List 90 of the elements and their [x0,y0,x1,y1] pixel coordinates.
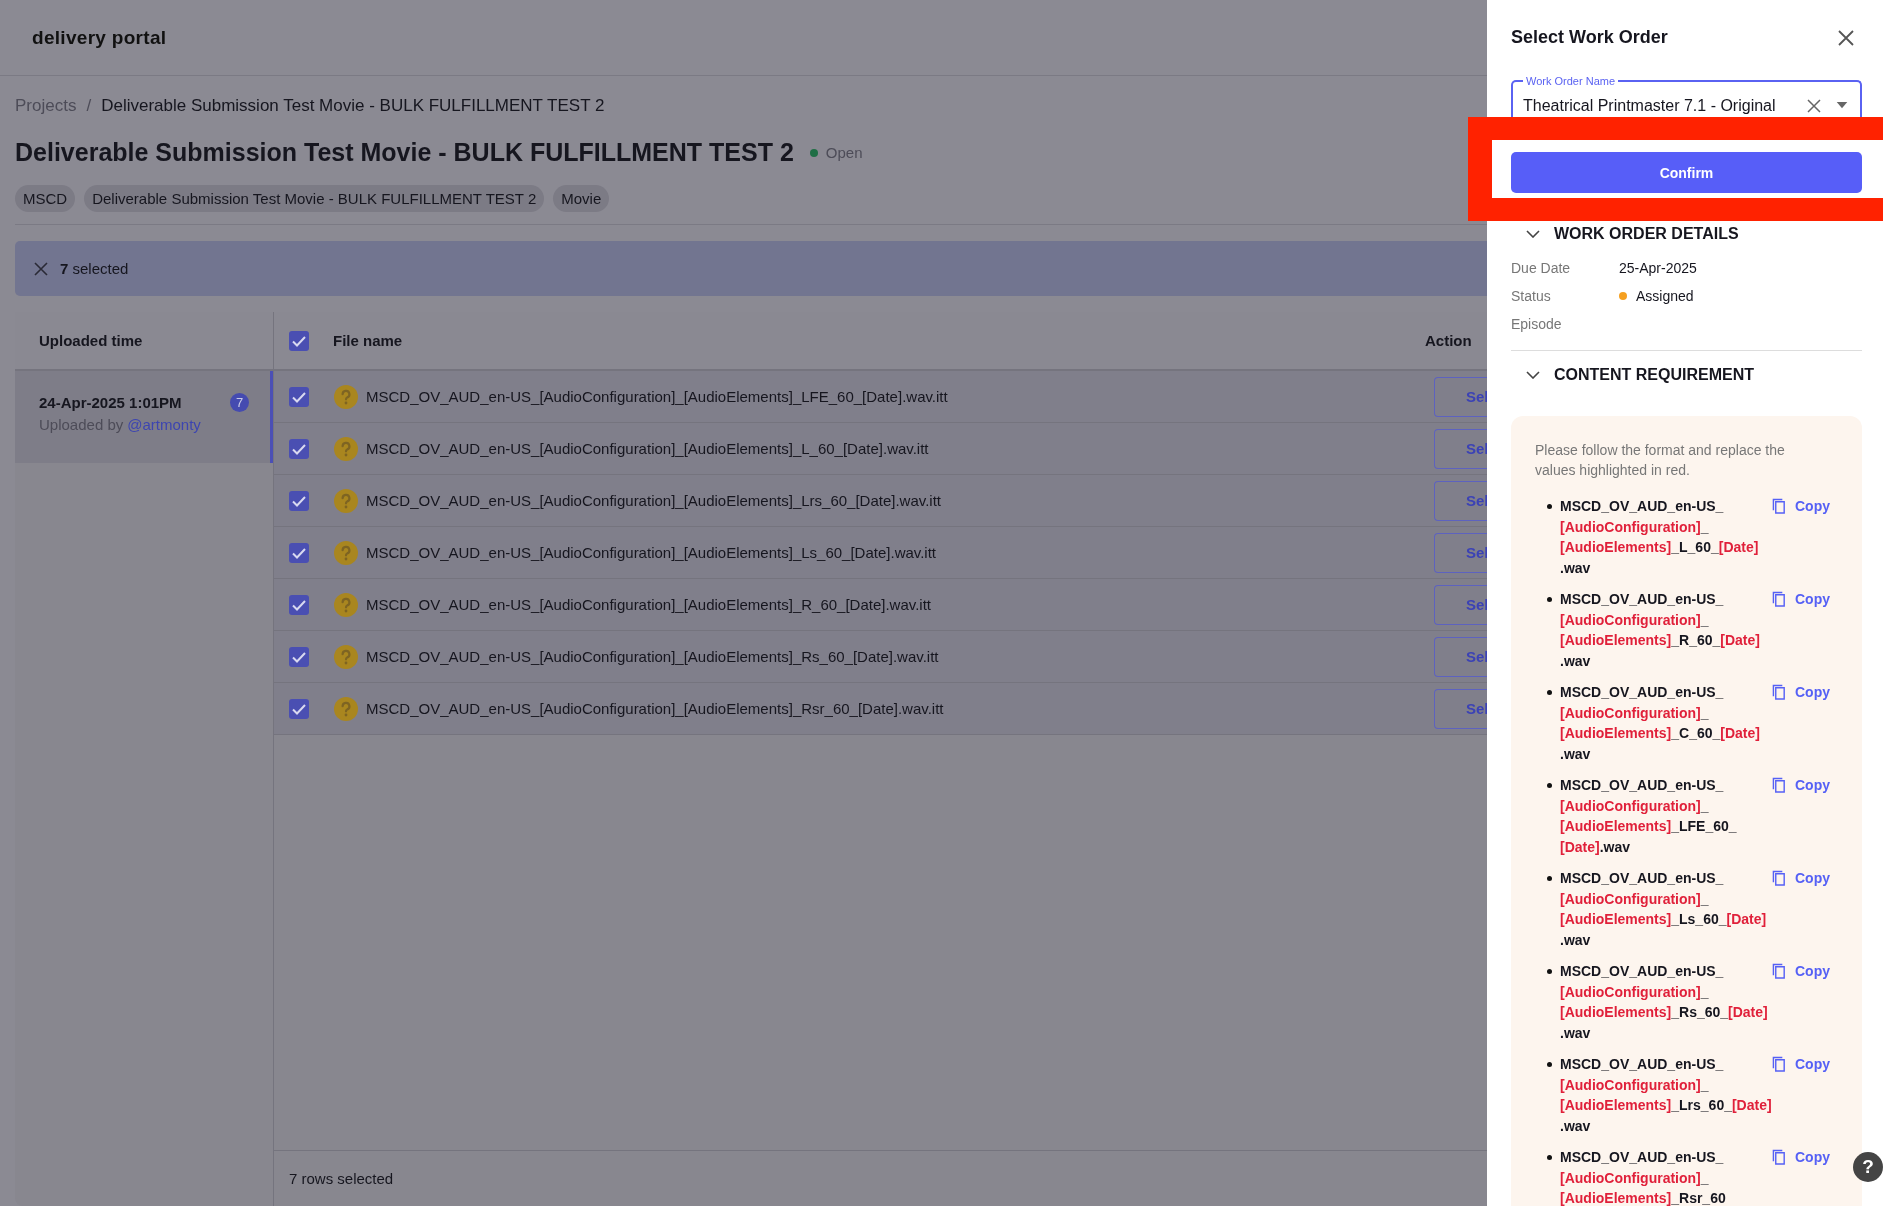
copy-button[interactable]: Copy [1772,868,1830,888]
file-name-pattern: MSCD_OV_AUD_en-US_ [AudioConfiguration]_ [AudioElements]_C_60_[Date] .wav [1560,683,1761,764]
bullet-icon [1547,1062,1552,1067]
file-name: MSCD_OV_AUD_en-US_[AudioConfiguration]_[AudioElements]_Rs_60_[Date].wav.itt [366,648,940,665]
copy-icon [1772,683,1787,701]
question-icon [334,488,358,513]
breadcrumb-separator: / [86,96,92,116]
upload-time: 24-Apr-2025 1:01PM [39,394,182,411]
row-checkbox[interactable] [289,698,309,719]
bullet-icon [1547,783,1552,788]
copy-button[interactable]: Copy [1772,589,1830,609]
question-icon [334,644,358,669]
close-icon[interactable] [33,260,49,277]
bullet-icon [1547,1155,1552,1160]
section-heading[interactable]: CONTENT REQUIREMENT [1554,366,1754,384]
row-checkbox[interactable] [289,490,309,511]
bullet-icon [1547,969,1552,974]
detail-label: Status [1511,287,1552,304]
status-dot [809,148,818,157]
detail-label: Due Date [1511,259,1572,276]
question-icon [334,384,358,409]
file-name: MSCD_OV_AUD_en-US_[AudioConfiguration]_[AudioElements]_Rsr_60_[Date].wav.itt [366,700,945,717]
selection-count: 7 selected [60,260,129,277]
status-dot [1619,291,1627,300]
panel-title: Select Work Order [1511,27,1668,48]
dropdown-caret-icon[interactable] [1836,102,1848,109]
copy-icon [1772,1055,1787,1073]
copy-button[interactable]: Copy [1772,1147,1830,1167]
count-badge: 7 [230,393,249,412]
question-icon [334,592,358,617]
file-name-pattern: MSCD_OV_AUD_en-US_ [AudioConfiguration]_ [AudioElements]_Lrs_60_[Date] .wav [1560,1055,1772,1136]
file-name: MSCD_OV_AUD_en-US_[AudioConfiguration]_[AudioElements]_R_60_[Date].wav.itt [366,596,932,613]
select-all-checkbox[interactable] [289,330,309,351]
row-checkbox[interactable] [289,646,309,667]
file-name: MSCD_OV_AUD_en-US_[AudioConfiguration]_[AudioElements]_L_60_[Date].wav.itt [366,440,930,457]
tag: MSCD [15,185,76,212]
copy-button[interactable]: Copy [1772,682,1830,702]
breadcrumb-link[interactable]: Projects [15,96,77,116]
copy-icon [1772,962,1787,980]
row-checkbox[interactable] [289,386,309,407]
detail-value: 25-Apr-2025 [1619,259,1697,276]
logo[interactable]: delivery portal [32,26,167,49]
detail-label: Episode [1511,315,1563,332]
field-label: Work Order Name [1523,74,1619,88]
tag: Movie [553,185,610,212]
question-icon [334,436,358,461]
row-checkbox[interactable] [289,594,309,615]
clear-icon[interactable] [1806,97,1822,114]
instruction-text: Please follow the format and replace the values highlighted in red. [1535,441,1786,480]
question-icon [334,696,358,721]
file-name: MSCD_OV_AUD_en-US_[AudioConfiguration]_[AudioElements]_LFE_60_[Date].wav.itt [366,388,949,405]
bullet-icon [1547,690,1552,695]
file-name: MSCD_OV_AUD_en-US_[AudioConfiguration]_[AudioElements]_Lrs_60_[Date].wav.itt [366,492,943,509]
row-checkbox[interactable] [289,438,309,459]
copy-button[interactable]: Copy [1772,775,1830,795]
status-label: Open [825,144,863,161]
field-value: Theatrical Printmaster 7.1 - Original [1523,96,1777,115]
row-checkbox[interactable] [289,542,309,563]
file-name: MSCD_OV_AUD_en-US_[AudioConfiguration]_[AudioElements]_Ls_60_[Date].wav.itt [366,544,938,561]
copy-button[interactable]: Copy [1772,496,1830,516]
copy-icon [1772,1148,1787,1166]
column-header: Action [1425,332,1473,349]
breadcrumb-link[interactable]: Deliverable Submission Test Movie - BULK FULFILLMENT TEST 2 [101,96,605,116]
bullet-icon [1547,597,1552,602]
close-icon[interactable] [1836,27,1856,48]
copy-button[interactable]: Copy [1772,961,1830,981]
file-name-pattern: MSCD_OV_AUD_en-US_ [AudioConfiguration]_ [AudioElements]_Rsr_60 [1560,1148,1727,1206]
column-header: File name [333,332,404,349]
file-name-pattern: MSCD_OV_AUD_en-US_ [AudioConfiguration]_ [AudioElements]_R_60_[Date] .wav [1560,590,1761,671]
chevron-icon[interactable] [1526,371,1540,379]
section-heading[interactable]: WORK ORDER DETAILS [1554,225,1739,243]
copy-icon [1772,776,1787,794]
copy-icon [1772,497,1787,515]
column-header: Uploaded time [39,332,143,349]
tag: Deliverable Submission Test Movie - BULK FULFILLMENT TEST 2 [84,185,545,212]
file-name-pattern: MSCD_OV_AUD_en-US_ [AudioConfiguration]_ [AudioElements]_Ls_60_[Date] .wav [1560,869,1768,950]
chevron-icon[interactable] [1526,230,1540,238]
rows-selected-count: 7 rows selected [289,1170,394,1187]
copy-button[interactable]: Copy [1772,1054,1830,1074]
copy-icon [1772,869,1787,887]
bullet-icon [1547,504,1552,509]
project-title: Deliverable Submission Test Movie - BULK FULFILLMENT TEST 2 [15,138,794,167]
confirm-button[interactable]: Confirm [1511,152,1862,193]
copy-icon [1772,590,1787,608]
question-icon [334,540,358,565]
file-name-pattern: MSCD_OV_AUD_en-US_ [AudioConfiguration]_ [AudioElements]_LFE_60_ [Date].wav [1560,776,1738,857]
file-name-pattern: MSCD_OV_AUD_en-US_ [AudioConfiguration]_ [AudioElements]_L_60_[Date] .wav [1560,497,1760,578]
file-name-pattern: MSCD_OV_AUD_en-US_ [AudioConfiguration]_ [AudioElements]_Rs_60_[Date] .wav [1560,962,1769,1043]
detail-value: Assigned [1636,287,1694,304]
bullet-icon [1547,876,1552,881]
